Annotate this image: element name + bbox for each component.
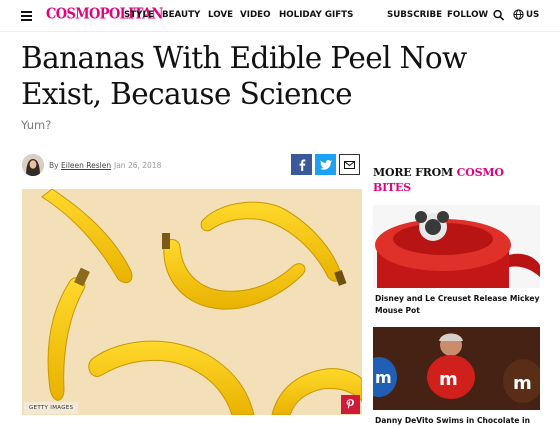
- email-icon: [344, 160, 355, 169]
- facebook-icon: [299, 159, 305, 171]
- twitter-share-button[interactable]: [315, 154, 336, 175]
- top-navigation-bar: COSMOPOLITAN STYLE BEAUTY LOVE VIDEO HOL…: [0, 0, 560, 32]
- follow-link[interactable]: FOLLOW: [447, 10, 488, 20]
- promo-image-le-creuset[interactable]: [373, 205, 540, 288]
- svg-text:m: m: [439, 369, 458, 390]
- more-from-prefix: MORE FROM: [373, 166, 457, 179]
- facebook-share-button[interactable]: [291, 154, 312, 175]
- promo-image-danny-devito[interactable]: m m m: [373, 327, 540, 410]
- more-from-heading: MORE FROM COSMO BITES: [373, 165, 533, 195]
- hamburger-menu-icon[interactable]: [21, 11, 32, 21]
- svg-text:m: m: [513, 373, 532, 394]
- globe-icon[interactable]: [513, 9, 524, 20]
- twitter-icon: [319, 159, 332, 170]
- promo-title-danny-devito[interactable]: Danny DeVito Swims in Chocolate in: [375, 415, 540, 426]
- hero-image-bananas: [22, 189, 362, 415]
- publish-date: Jan 26, 2018: [114, 161, 162, 170]
- search-icon[interactable]: [493, 9, 504, 21]
- pinterest-icon: [346, 399, 354, 409]
- pinterest-save-button[interactable]: [341, 395, 360, 414]
- byline-prefix: By: [49, 161, 59, 170]
- article-dek: Yum?: [21, 118, 52, 132]
- author-link[interactable]: Eileen Reslen: [61, 161, 111, 170]
- email-share-button[interactable]: [339, 154, 360, 175]
- nav-holiday-gifts[interactable]: HOLIDAY GIFTS: [279, 10, 353, 20]
- author-avatar[interactable]: [22, 154, 44, 176]
- article-headline: Bananas With Edible Peel Now Exist, Beca…: [21, 41, 467, 111]
- region-selector[interactable]: US: [526, 10, 539, 20]
- svg-text:m: m: [375, 368, 392, 387]
- more-from-accent-2: BITES: [373, 181, 411, 194]
- subscribe-link[interactable]: SUBSCRIBE: [387, 10, 442, 20]
- more-from-accent: COSMO: [456, 166, 504, 179]
- nav-beauty[interactable]: BEAUTY: [162, 10, 200, 20]
- nav-video[interactable]: VIDEO: [240, 10, 271, 20]
- nav-style[interactable]: STYLE: [124, 10, 154, 20]
- image-credit: GETTY IMAGES: [24, 402, 79, 414]
- promo-title-le-creuset[interactable]: Disney and Le Creuset Release Mickey Mou…: [375, 293, 540, 317]
- nav-love[interactable]: LOVE: [208, 10, 233, 20]
